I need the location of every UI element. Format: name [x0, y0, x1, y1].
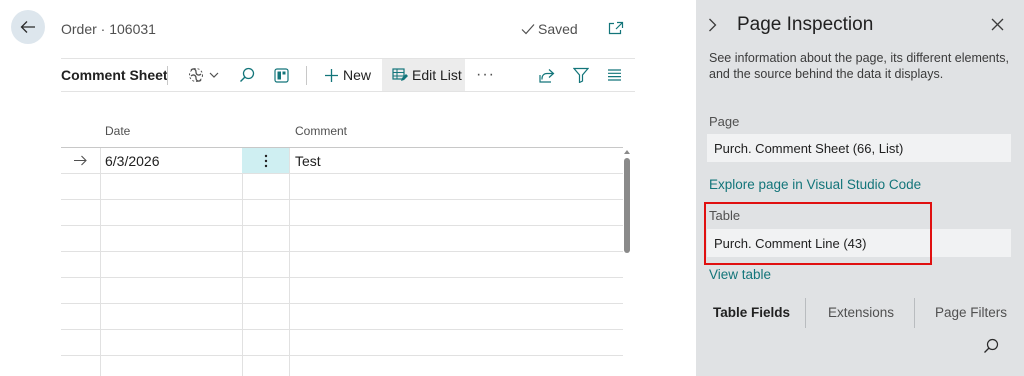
- page-title: Comment Sheet: [61, 67, 168, 83]
- comment-cell[interactable]: Test: [295, 148, 321, 173]
- table-row[interactable]: [61, 330, 623, 356]
- table-row[interactable]: [61, 278, 623, 304]
- table-row[interactable]: [61, 226, 623, 252]
- list-view-button[interactable]: [607, 59, 622, 91]
- open-in-new-window-button[interactable]: [608, 21, 624, 40]
- plus-icon: [325, 68, 338, 82]
- close-icon: [991, 18, 1004, 31]
- edit-list-label: Edit List: [412, 67, 462, 83]
- saved-status: Saved: [521, 21, 578, 37]
- personalize-button[interactable]: [274, 59, 289, 91]
- edit-list-icon: [392, 68, 408, 81]
- new-button[interactable]: New: [324, 59, 371, 91]
- table-highlight-box: [704, 202, 932, 265]
- page-caption: Order · 106031: [61, 21, 156, 37]
- column-header-comment[interactable]: Comment: [295, 124, 347, 138]
- comment-grid: 6/3/2026 Test: [61, 147, 623, 376]
- share-icon: [539, 68, 555, 83]
- explore-page-link[interactable]: Explore page in Visual Studio Code: [709, 177, 921, 192]
- arrow-right-icon: [74, 155, 87, 166]
- column-header-date[interactable]: Date: [105, 124, 130, 138]
- panel-title: Page Inspection: [737, 14, 874, 35]
- chevron-right-icon: [709, 18, 717, 32]
- layout-icon: [274, 67, 289, 83]
- chevron-down-icon: [209, 72, 219, 78]
- share-button[interactable]: [539, 59, 555, 91]
- tab-separator: [914, 298, 915, 328]
- row-menu-button[interactable]: [242, 148, 289, 173]
- page-inspection-panel: Page Inspection See information about th…: [696, 0, 1024, 376]
- tab-table-fields[interactable]: Table Fields: [713, 305, 790, 320]
- filter-button[interactable]: [573, 59, 589, 91]
- tab-extensions[interactable]: Extensions: [828, 305, 894, 320]
- search-button[interactable]: [239, 59, 255, 91]
- tab-page-filters[interactable]: Page Filters: [935, 305, 1007, 320]
- action-separator: [167, 66, 168, 85]
- view-table-link[interactable]: View table: [709, 267, 771, 282]
- panel-search-button[interactable]: [983, 338, 999, 359]
- saved-label: Saved: [538, 21, 578, 37]
- vertical-ellipsis-icon: [264, 154, 267, 167]
- list-page: Order · 106031 Saved Comment Sheet New E…: [0, 0, 696, 376]
- date-cell[interactable]: 6/3/2026: [105, 148, 160, 173]
- scroll-up-icon[interactable]: [623, 148, 631, 156]
- new-label: New: [343, 67, 372, 83]
- list-icon: [608, 69, 621, 81]
- table-row[interactable]: 6/3/2026 Test: [61, 148, 623, 174]
- table-row[interactable]: [61, 356, 623, 376]
- more-options-button[interactable]: ···: [476, 59, 495, 91]
- collapse-panel-button[interactable]: [708, 18, 717, 37]
- checkmark-icon: [521, 24, 535, 35]
- page-value-field: Purch. Comment Sheet (66, List): [707, 134, 1011, 162]
- page-label: Page: [709, 114, 740, 129]
- back-button[interactable]: [11, 10, 45, 44]
- copilot-dropdown-button[interactable]: [187, 59, 219, 91]
- table-row[interactable]: [61, 304, 623, 330]
- table-row[interactable]: [61, 252, 623, 278]
- panel-description: See information about the page, its diff…: [709, 51, 1009, 81]
- scrollbar-thumb[interactable]: [624, 158, 630, 253]
- close-panel-button[interactable]: [991, 18, 1004, 36]
- popout-icon: [608, 21, 624, 35]
- arrow-left-icon: [20, 21, 35, 33]
- tab-separator: [805, 298, 806, 328]
- edit-list-button[interactable]: Edit List: [382, 59, 465, 91]
- action-bar: Comment Sheet New Edit List ···: [61, 58, 635, 92]
- row-indicator-arrow: [73, 148, 87, 173]
- table-row[interactable]: [61, 174, 623, 200]
- search-icon: [984, 338, 999, 353]
- search-icon: [240, 67, 255, 82]
- action-separator: [306, 66, 307, 85]
- filter-icon: [573, 67, 589, 83]
- copilot-icon: [189, 68, 203, 82]
- table-row[interactable]: [61, 200, 623, 226]
